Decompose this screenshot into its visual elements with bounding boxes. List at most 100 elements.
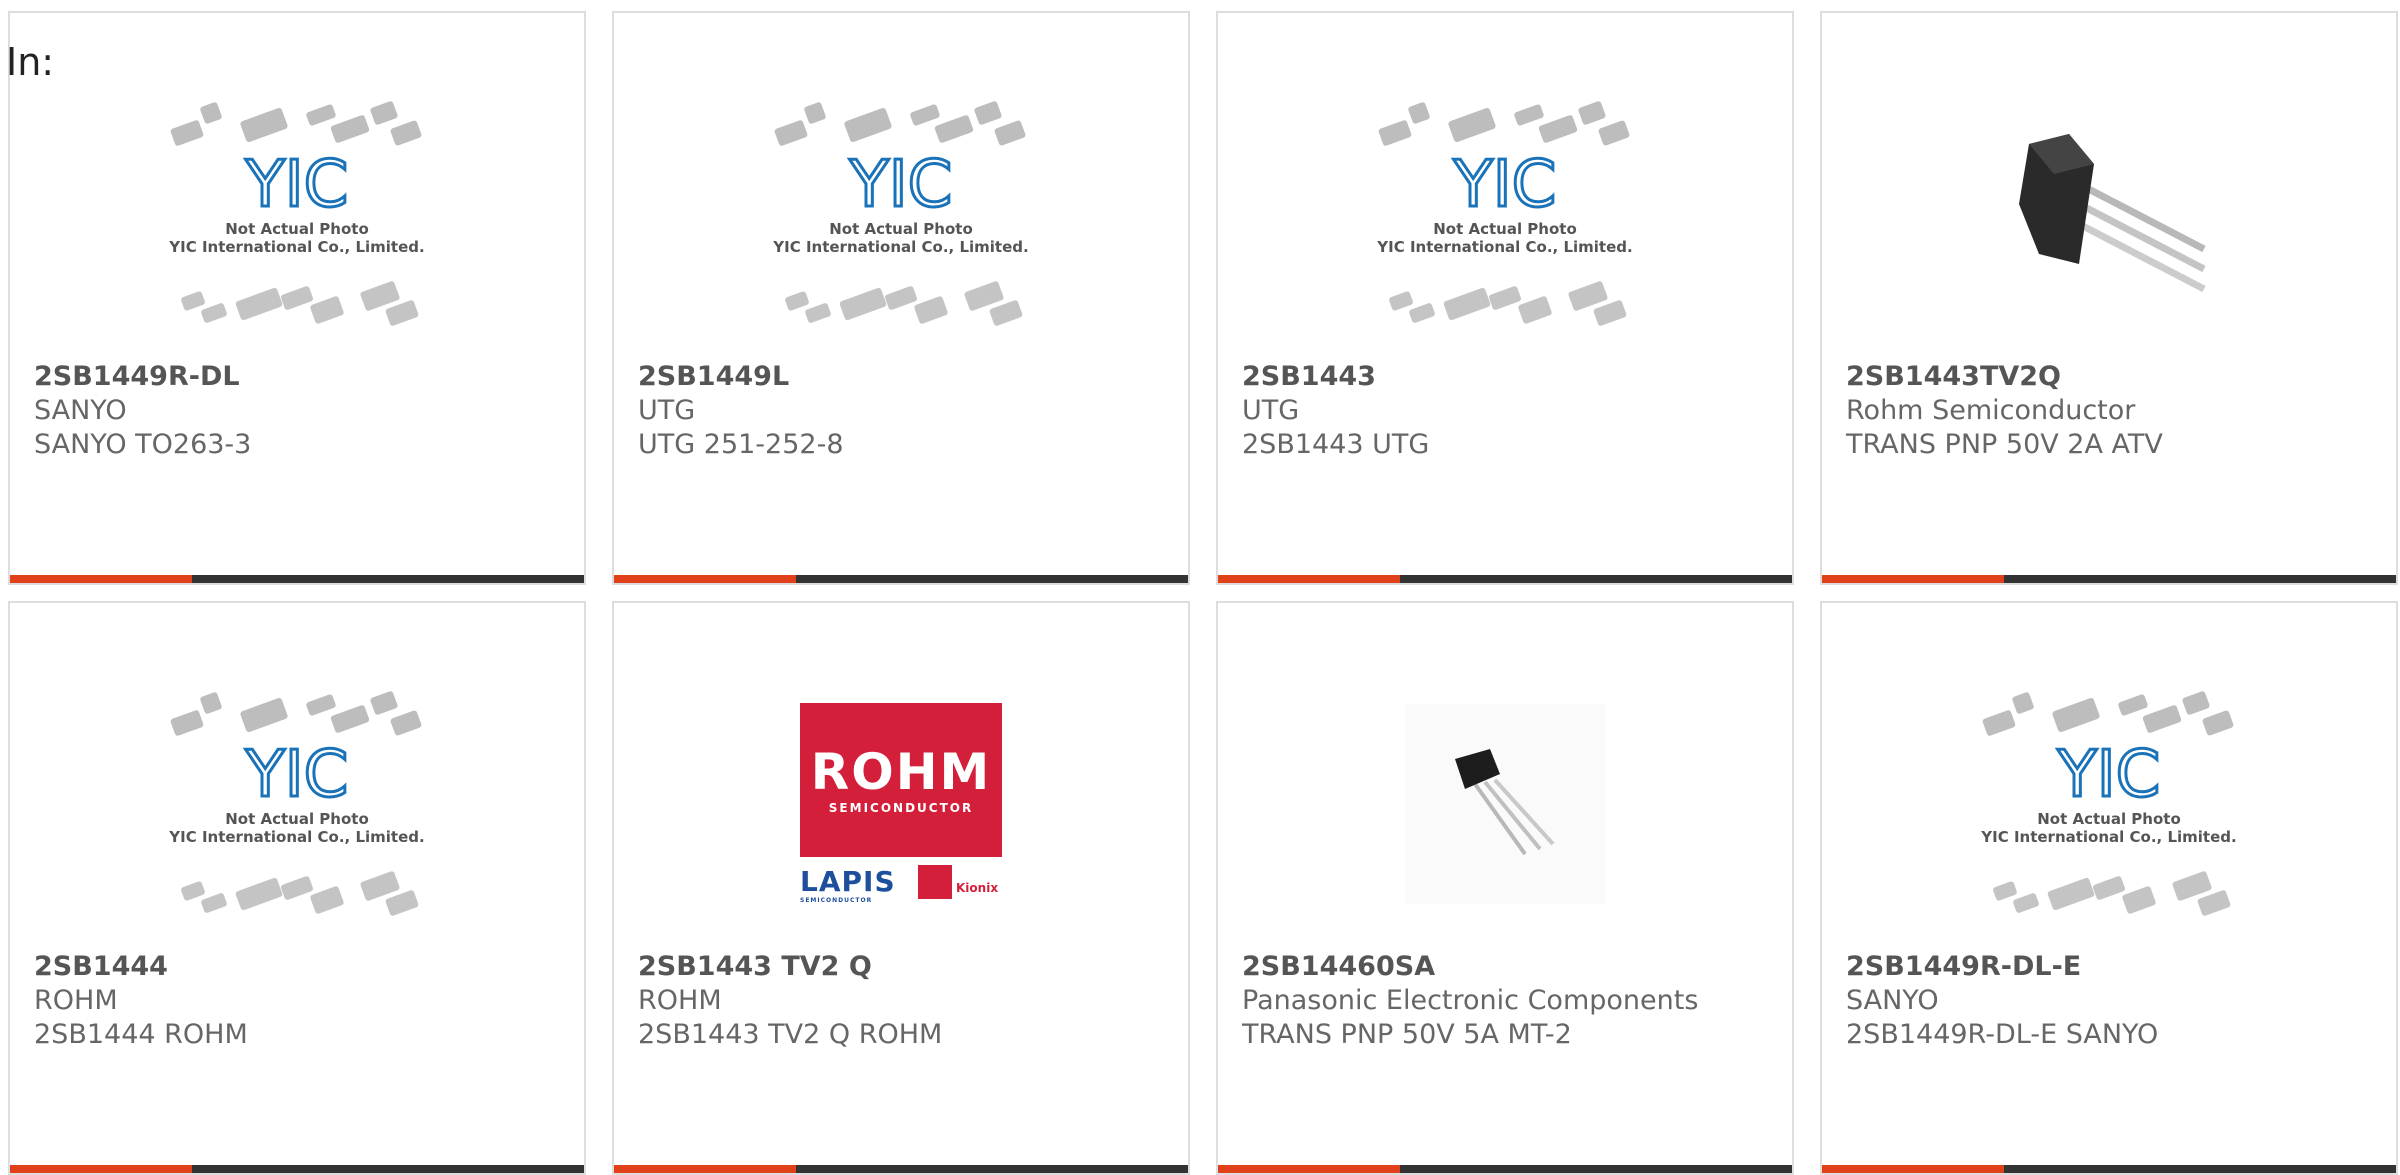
product-card[interactable]: YIC Not Actual Photo YIC International Co.… xyxy=(8,11,586,585)
product-image[interactable]: YIC Not Actual Photo YIC International Co.… xyxy=(10,659,584,949)
yic-placeholder-image: YICNot Actual PhotoYIC International Co.… xyxy=(772,101,1029,326)
chip-icon xyxy=(2118,694,2148,716)
chip-icon xyxy=(201,303,227,323)
placeholder-caption-2: YIC International Co., Limited. xyxy=(168,238,424,256)
chip-icon xyxy=(1598,120,1630,146)
product-card[interactable]: 2SB1443TV2Q Rohm Semiconductor TRANS PNP… xyxy=(1820,11,2398,585)
placeholder-caption-2: YIC International Co., Limited. xyxy=(772,238,1028,256)
product-card[interactable]: YIC Not Actual Photo YIC International Co.… xyxy=(1820,601,2398,1175)
chip-icon xyxy=(330,115,370,143)
chip-icon xyxy=(310,296,344,324)
placeholder-caption-1: Not Actual Photo xyxy=(829,220,973,238)
card-bar xyxy=(1822,575,2396,583)
transistor-photo xyxy=(1999,114,2219,314)
product-image[interactable]: YIC Not Actual Photo YIC International Co.… xyxy=(1218,69,1792,359)
in-label: In: xyxy=(6,40,55,84)
chip-icon xyxy=(1993,881,2017,901)
card-bar-accent xyxy=(614,1165,796,1173)
part-number[interactable]: 2SB1443 TV2 Q xyxy=(638,951,872,982)
part-number[interactable]: 2SB1449R-DL-E xyxy=(1846,951,2081,982)
chip-icon xyxy=(804,102,826,124)
placeholder-caption-1: Not Actual Photo xyxy=(1433,220,1577,238)
chip-icon xyxy=(235,287,283,321)
chip-icon xyxy=(390,710,422,736)
part-number[interactable]: 2SB1443 xyxy=(1242,361,1376,392)
product-image[interactable]: YIC Not Actual Photo YIC International Co.… xyxy=(1822,659,2396,949)
chip-icon xyxy=(2012,692,2034,714)
chip-icon xyxy=(1448,107,1496,143)
description: 2SB1443 UTG xyxy=(1242,429,1430,460)
chip-icon xyxy=(2052,697,2100,733)
chip-icon xyxy=(370,101,398,125)
product-image[interactable]: YIC Not Actual Photo YIC International Co.… xyxy=(614,69,1188,359)
chip-icon xyxy=(885,286,917,310)
chip-icon xyxy=(181,291,205,311)
chip-icon xyxy=(2013,893,2039,913)
chip-icon xyxy=(2142,705,2182,733)
product-image[interactable]: YIC Not Actual Photo YIC International Co.… xyxy=(10,69,584,359)
chip-icon xyxy=(306,694,336,716)
card-bar-accent xyxy=(1218,1165,1400,1173)
chip-icon xyxy=(281,286,313,310)
part-number[interactable]: 2SB1444 xyxy=(34,951,168,982)
card-bar xyxy=(614,575,1188,583)
part-number[interactable]: 2SB1449L xyxy=(638,361,789,392)
part-number[interactable]: 2SB1443TV2Q xyxy=(1846,361,2061,392)
chip-icon xyxy=(914,296,948,324)
card-bar-accent xyxy=(614,575,796,583)
kionix-logo-text: Kionix xyxy=(956,881,999,895)
rohm-logo-sub: SEMICONDUCTOR xyxy=(828,801,974,815)
chip-icon xyxy=(1538,115,1578,143)
product-card[interactable]: YIC Not Actual Photo YIC International Co.… xyxy=(612,11,1190,585)
yic-logo: YIC xyxy=(245,148,349,222)
chip-icon xyxy=(1578,101,1606,125)
product-card[interactable]: YIC Not Actual Photo YIC International Co.… xyxy=(1216,11,1794,585)
part-number[interactable]: 2SB14460SA xyxy=(1242,951,1435,982)
chip-icon xyxy=(994,120,1026,146)
chip-icon xyxy=(1518,296,1552,324)
chip-icon xyxy=(1593,300,1627,326)
chip-icon xyxy=(385,890,419,916)
chip-icon xyxy=(390,120,422,146)
chip-icon xyxy=(181,881,205,901)
chip-icon xyxy=(974,101,1002,125)
card-bar-accent xyxy=(1822,575,2004,583)
card-bar-accent xyxy=(10,1165,192,1173)
manufacturer: SANYO xyxy=(34,395,127,426)
chip-icon xyxy=(235,877,283,911)
product-card[interactable]: ROHM SEMICONDUCTOR LAPIS SEMICONDUCTOR K… xyxy=(612,601,1190,1175)
chip-icon xyxy=(240,107,288,143)
chip-icon xyxy=(2197,890,2231,916)
chip-icon xyxy=(1408,102,1430,124)
product-card[interactable]: 2SB14460SA Panasonic Electronic Componen… xyxy=(1216,601,1794,1175)
chip-icon xyxy=(805,303,831,323)
chip-icon xyxy=(934,115,974,143)
yic-placeholder-image: YICNot Actual PhotoYIC International Co.… xyxy=(168,101,425,326)
product-image[interactable] xyxy=(1822,69,2396,359)
part-number[interactable]: 2SB1449R-DL xyxy=(34,361,240,392)
yic-logo: YIC xyxy=(2057,738,2161,812)
rohm-logo-box: ROHM SEMICONDUCTOR xyxy=(800,703,1002,857)
kionix-logo: Kionix xyxy=(918,865,1002,899)
transistor-photo-small xyxy=(1405,704,1605,904)
product-image[interactable]: ROHM SEMICONDUCTOR LAPIS SEMICONDUCTOR K… xyxy=(614,659,1188,949)
description: 2SB1449R-DL-E SANYO xyxy=(1846,1019,2159,1050)
yic-logo: YIC xyxy=(849,148,953,222)
card-bar-accent xyxy=(1822,1165,2004,1173)
chip-icon xyxy=(310,886,344,914)
placeholder-caption-1: Not Actual Photo xyxy=(2037,810,2181,828)
chip-icon xyxy=(1378,120,1412,146)
product-card[interactable]: YIC Not Actual Photo YIC International Co.… xyxy=(8,601,586,1175)
kionix-icon xyxy=(918,865,952,899)
manufacturer: ROHM xyxy=(638,985,722,1016)
manufacturer: ROHM xyxy=(34,985,118,1016)
placeholder-caption-2: YIC International Co., Limited. xyxy=(1376,238,1632,256)
chip-icon xyxy=(281,876,313,900)
product-image[interactable] xyxy=(1218,659,1792,949)
chip-icon xyxy=(170,710,204,736)
chip-icon xyxy=(201,893,227,913)
rohm-logo: ROHM SEMICONDUCTOR LAPIS SEMICONDUCTOR K… xyxy=(800,703,1002,905)
product-grid: YIC Not Actual Photo YIC International Co.… xyxy=(0,0,2400,1175)
rohm-logo-brand: ROHM xyxy=(810,743,992,801)
manufacturer: Rohm Semiconductor xyxy=(1846,395,2136,426)
